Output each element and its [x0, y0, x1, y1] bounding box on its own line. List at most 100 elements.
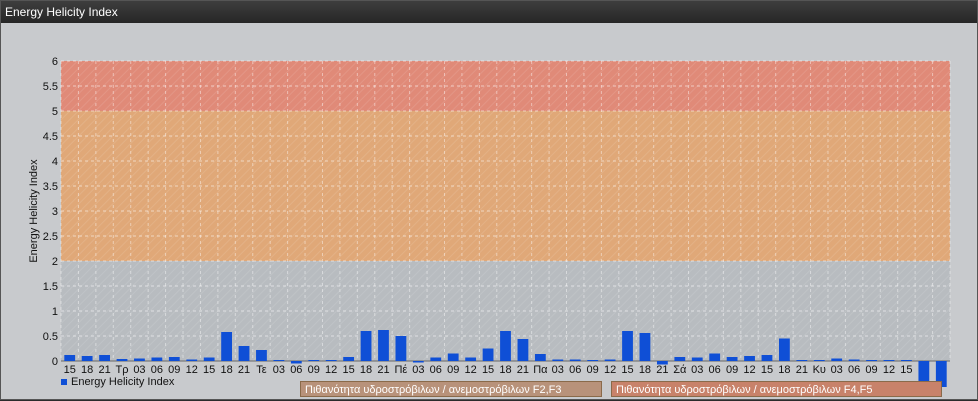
x-tick-label: 21 [377, 364, 389, 376]
bar [343, 357, 355, 361]
x-tick-label: 12 [883, 364, 895, 376]
x-tick-label: 18 [220, 364, 232, 376]
y-tick-label: 5 [52, 106, 58, 118]
bar [744, 356, 755, 361]
bar [813, 360, 825, 361]
x-tick-label: 18 [499, 364, 511, 376]
bar [761, 355, 773, 361]
y-tick-label: 5.5 [43, 81, 58, 93]
y-tick-label: 3 [52, 206, 58, 218]
x-tick-label: 12 [325, 364, 337, 376]
bar [639, 333, 651, 361]
bar [238, 346, 250, 361]
bar [901, 360, 912, 361]
y-tick-label: 3.5 [43, 181, 58, 193]
x-tick-label: 15 [203, 364, 215, 376]
x-tick-label: 06 [848, 364, 860, 376]
bar [831, 358, 843, 361]
y-tick-label: 2 [52, 256, 58, 268]
bar [796, 360, 808, 361]
x-tick-label: 06 [569, 364, 581, 376]
x-tick-label: 21 [517, 364, 529, 376]
x-tick-label: 15 [64, 364, 76, 376]
x-tick-label: 09 [865, 364, 877, 376]
x-tick-label: 12 [604, 364, 616, 376]
x-tick-label: 03 [273, 364, 285, 376]
x-tick-label: 18 [639, 364, 651, 376]
bar [116, 359, 128, 361]
x-tick-label: 09 [726, 364, 738, 376]
x-tick-label: 06 [290, 364, 302, 376]
bar [221, 332, 233, 361]
bar [430, 357, 442, 361]
x-tick-label: 09 [168, 364, 180, 376]
bar [517, 339, 529, 361]
x-tick-label: Τρ [116, 364, 129, 376]
bar [726, 357, 738, 361]
y-tick-label: 1 [52, 306, 58, 318]
x-tick-label: 18 [778, 364, 790, 376]
x-tick-label: 06 [151, 364, 163, 376]
x-tick-label: 15 [342, 364, 354, 376]
bar [168, 357, 180, 361]
bar [465, 357, 477, 361]
bar [64, 355, 76, 361]
x-tick-label: Πέ [394, 364, 407, 376]
probability-bar-f4-f5: Πιθανότητα υδροστρόβιλων / ανεμοστρόβιλω… [611, 381, 942, 397]
bar [604, 359, 616, 361]
x-tick-label: Σά [673, 364, 687, 376]
bar [186, 359, 198, 361]
x-tick-label: 03 [691, 364, 703, 376]
bar [81, 356, 93, 361]
x-tick-label: 15 [761, 364, 773, 376]
bar [378, 330, 389, 361]
bar [883, 360, 895, 361]
x-tick-label: 15 [482, 364, 494, 376]
x-tick-label: 06 [430, 364, 442, 376]
probability-bar-f2-f3: Πιθανότητα υδροστρόβιλων / ανεμοστρόβιλω… [300, 381, 602, 397]
x-tick-label: 21 [238, 364, 250, 376]
y-tick-label: 0 [52, 356, 58, 368]
x-tick-label: 09 [587, 364, 599, 376]
legend-label: Energy Helicity Index [71, 376, 175, 388]
x-tick-label: Τε [256, 364, 267, 376]
bar [778, 338, 790, 361]
y-tick-label: 2.5 [43, 231, 58, 243]
bar [412, 361, 424, 363]
x-tick-label: 12 [186, 364, 198, 376]
bar [395, 336, 407, 361]
x-tick-label: 09 [447, 364, 459, 376]
bar [709, 353, 721, 361]
bar [447, 353, 459, 361]
y-axis-label: Energy Helicity Index [28, 159, 40, 263]
bar [360, 331, 372, 361]
bar [99, 355, 110, 361]
x-tick-label: 03 [412, 364, 424, 376]
x-tick-label: 03 [831, 364, 843, 376]
bar [622, 331, 633, 361]
x-tick-label: 18 [81, 364, 93, 376]
bar [534, 354, 546, 361]
legend-swatch [61, 379, 67, 385]
bar [674, 357, 686, 361]
x-tick-label: 12 [743, 364, 755, 376]
bar [500, 331, 511, 361]
bar [552, 359, 564, 361]
y-tick-label: 4 [52, 156, 58, 168]
x-tick-label: 18 [360, 364, 372, 376]
x-tick-label: 03 [552, 364, 564, 376]
x-tick-label: 21 [796, 364, 808, 376]
bar [569, 359, 581, 361]
x-tick-label: 12 [465, 364, 477, 376]
bar [273, 360, 285, 361]
bar [866, 360, 877, 361]
bar [134, 358, 145, 361]
bar [151, 357, 163, 361]
x-tick-label: 09 [308, 364, 320, 376]
energy-helicity-chart: 0 0.5 1 1.5 2 2.5 3 3.5 4 4.5 5 5.5 6 15 18 21 Τρ 03 06 09… [28, 56, 951, 387]
bar [203, 357, 215, 361]
bar [308, 360, 320, 361]
bar [587, 360, 599, 361]
bar [691, 357, 703, 361]
x-tick-label: Κυ [813, 364, 826, 376]
